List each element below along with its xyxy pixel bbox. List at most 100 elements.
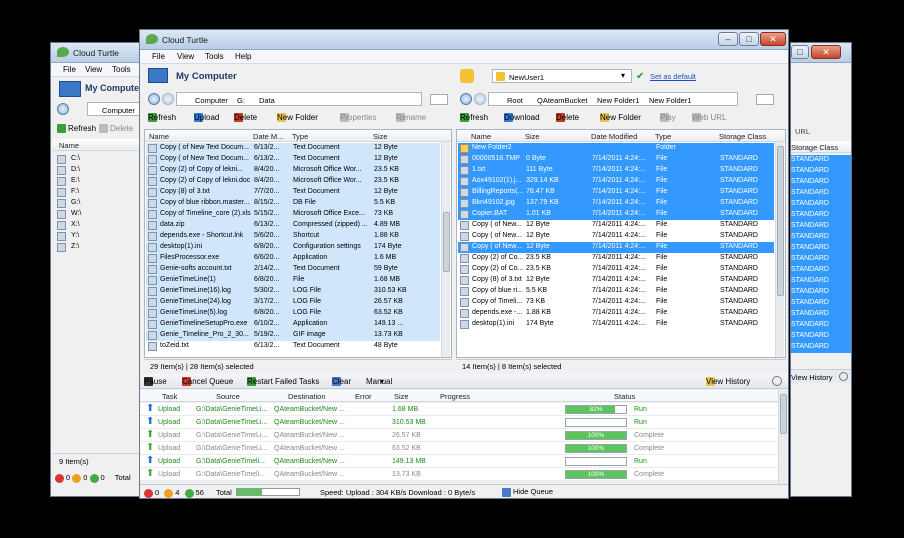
col-size[interactable]: Size (373, 132, 388, 141)
col-size[interactable]: Size (394, 392, 409, 401)
table-row[interactable]: BillingReports(... 78.47 KB 7/14/2011 4:24… (458, 187, 774, 198)
table-row[interactable]: depends.exe -... 1.88 KB 7/14/2011 4:24:..… (458, 308, 774, 319)
delete-button[interactable]: Delete (99, 124, 133, 134)
cloud-address-bar[interactable]: Root QAteamBucket New Folder1 New Folder… (488, 92, 738, 106)
queue-scrollbar[interactable] (778, 390, 787, 484)
list-item[interactable]: STANDARD (791, 188, 851, 199)
col-error[interactable]: Error (355, 392, 372, 401)
view-menu-icon[interactable] (430, 94, 448, 105)
table-row[interactable]: Copy ( of New Text Docum... 6/13/2... Text… (146, 154, 440, 165)
list-item[interactable]: F:\ (55, 187, 145, 198)
list-item[interactable]: STANDARD (791, 342, 851, 353)
minimize-button[interactable]: – (718, 32, 738, 46)
path-folder-1[interactable]: New Folder1 (597, 96, 640, 105)
col-date[interactable]: Date M... (253, 132, 283, 141)
list-item[interactable]: D:\ (55, 165, 145, 176)
path-folder[interactable]: Data (259, 96, 275, 105)
table-row[interactable]: Copy (8) of 3.txt 7/7/20... Text Document 1… (146, 187, 440, 198)
col-destination[interactable]: Destination (288, 392, 326, 401)
table-row[interactable]: 00000518.TMP 0 Byte 7/14/2011 4:24:... File… (458, 154, 774, 165)
list-item[interactable]: STANDARD (791, 155, 851, 166)
menu-file[interactable]: File (152, 52, 165, 61)
list-item[interactable]: STANDARD (791, 276, 851, 287)
view-menu-icon[interactable] (756, 94, 774, 105)
list-item[interactable]: STANDARD (791, 298, 851, 309)
table-row[interactable]: Copier.BAT 1.01 KB 7/14/2011 4:24:... File S… (458, 209, 774, 220)
queue-row[interactable]: ⬆ Upload G:\Data\GenieTimeli... QAteamBucke… (140, 468, 778, 481)
table-row[interactable]: depends.exe - Shortcut.lnk 5/6/20... Short… (146, 231, 440, 242)
table-row[interactable]: Copy (2) of Copy of lekni... 8/4/20... Mic… (146, 165, 440, 176)
forward-icon[interactable] (474, 93, 486, 105)
table-row[interactable]: desktop(1).ini 6/8/20... Configuration set… (146, 242, 440, 253)
col-storage-class[interactable]: Storage Class (719, 132, 766, 141)
table-row[interactable]: Copy ( of New... 12 Byte 7/14/2011 4:24:..… (458, 220, 774, 231)
forward-icon[interactable] (162, 93, 174, 105)
list-item[interactable]: STANDARD (791, 331, 851, 342)
list-item[interactable]: Z:\ (55, 242, 145, 253)
hide-queue-button[interactable]: Hide Queue (502, 487, 553, 497)
table-row[interactable]: desktop(1).ini 174 Byte 7/14/2011 4:24:...… (458, 319, 774, 330)
close-button[interactable]: ✕ (760, 32, 786, 46)
table-row[interactable]: Copy (2) of Co... 23.5 KB 7/14/2011 4:24:.… (458, 264, 774, 275)
path-root[interactable]: Root (507, 96, 523, 105)
back-icon[interactable] (148, 93, 160, 105)
list-item[interactable]: STANDARD (791, 265, 851, 276)
table-row[interactable]: Copy of blue ri... 5.5 KB 7/14/2011 4:24:.… (458, 286, 774, 297)
list-item[interactable]: STANDARD (791, 309, 851, 320)
col-name[interactable]: Name (471, 132, 491, 141)
queue-row[interactable]: ⬆ Upload G:\Data\GenieTimeLi... QAteamBucke… (140, 442, 778, 455)
queue-row[interactable]: ⬆ Upload G:\Data\GenieTimeLi... QAteamBucke… (140, 416, 778, 429)
scroll-thumb[interactable] (780, 394, 787, 434)
table-row[interactable]: Copy of blue ribbon.master... 8/15/2... DB… (146, 198, 440, 209)
table-row[interactable]: data.zip 6/13/2... Compressed (zipped) ...… (146, 220, 440, 231)
menu-help[interactable]: Help (235, 52, 251, 61)
queue-row[interactable]: ⬆ Upload G:\Data\GenieTimeli... QAteamBucke… (140, 455, 778, 468)
table-row[interactable]: Genie_Timeline_Pro_2_30... 5/19/2... GIF i… (146, 330, 440, 341)
list-item[interactable]: G:\ (55, 198, 145, 209)
list-item[interactable]: W:\ (55, 209, 145, 220)
list-item[interactable]: STANDARD (791, 177, 851, 188)
path-computer[interactable]: Computer (195, 96, 228, 105)
scroll-thumb[interactable] (777, 146, 784, 296)
col-status[interactable]: Status (614, 392, 635, 401)
list-item[interactable]: STANDARD (791, 254, 851, 265)
table-row[interactable]: Copy (2) of Copy of lekni.doc 8/4/20... Mi… (146, 176, 440, 187)
queue-row[interactable]: ⬆ Upload G:\Data\GenieTimeLi... QAteamBucke… (140, 403, 778, 416)
back-icon[interactable] (57, 103, 69, 115)
maximize-button[interactable]: □ (791, 45, 809, 59)
local-scrollbar[interactable] (441, 142, 450, 357)
table-row[interactable]: Copy of Timeline_core (2).xls 5/15/2... Mi… (146, 209, 440, 220)
table-row[interactable]: GenieTimeLine(24).log 3/17/2... LOG File 26… (146, 297, 440, 308)
list-item[interactable]: STANDARD (791, 210, 851, 221)
list-item[interactable]: E:\ (55, 176, 145, 187)
col-name[interactable]: Name (149, 132, 169, 141)
col-size[interactable]: Size (525, 132, 540, 141)
table-row[interactable]: toZeid.txt 6/13/2... Text Document 48 Byte (146, 341, 440, 352)
table-row[interactable]: Copy ( of New... 12 Byte 7/14/2011 4:24:..… (458, 242, 774, 253)
col-type[interactable]: Type (655, 132, 671, 141)
scroll-thumb[interactable] (443, 212, 450, 272)
set-default-link[interactable]: Set as default (650, 72, 696, 81)
table-row[interactable]: Bkn49102.jpg 137.79 KB 7/14/2011 4:24:... F… (458, 198, 774, 209)
col-date[interactable]: Date Modified (591, 132, 637, 141)
table-row[interactable]: Aox49102(1).j... 329.14 KB 7/14/2011 4:24:… (458, 176, 774, 187)
table-row[interactable]: 1.txt 111 Byte 7/14/2011 4:24:... File STAND… (458, 165, 774, 176)
list-item[interactable]: STANDARD (791, 221, 851, 232)
table-row[interactable]: Genie-softs account.txt 2/14/2... Text Doc… (146, 264, 440, 275)
menu-tools[interactable]: Tools (205, 52, 224, 61)
address-bar[interactable]: Computer (87, 102, 147, 116)
menu-view[interactable]: View (85, 65, 102, 74)
table-row[interactable]: FilesProcessor.exe 6/6/20... Application 1.… (146, 253, 440, 264)
list-item[interactable]: C:\ (55, 154, 145, 165)
table-row[interactable]: Copy (2) of Co... 23.5 KB 7/14/2011 4:24:.… (458, 253, 774, 264)
path-bucket[interactable]: QAteamBucket (537, 96, 587, 105)
list-item[interactable]: STANDARD (791, 166, 851, 177)
back-icon[interactable] (460, 93, 472, 105)
menu-tools[interactable]: Tools (112, 65, 131, 74)
table-row[interactable]: GenieTimeLine(5).log 6/8/20... LOG File 63.… (146, 308, 440, 319)
path-folder-2[interactable]: New Folder1 (649, 96, 692, 105)
table-row[interactable]: GenieTimeLine(16).log 5/30/2... LOG File 31… (146, 286, 440, 297)
list-item[interactable]: STANDARD (791, 243, 851, 254)
col-task[interactable]: Task (162, 392, 177, 401)
table-row[interactable]: GenieTimelineSetupPro.exe 6/10/2... Applic… (146, 319, 440, 330)
